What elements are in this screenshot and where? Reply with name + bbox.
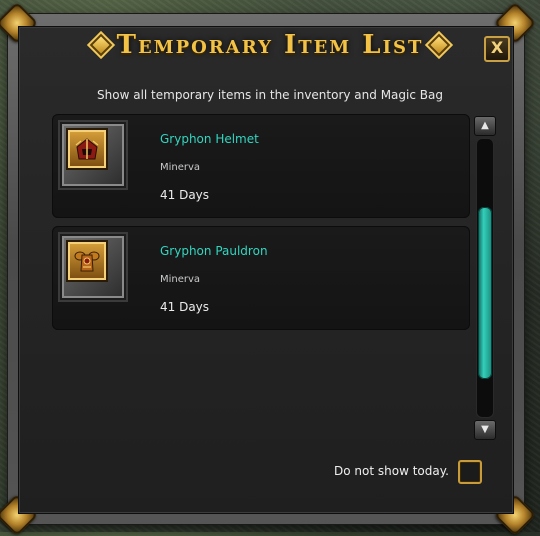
scroll-up-button[interactable]: ▲ bbox=[474, 116, 496, 136]
item-name: Gryphon Helmet bbox=[160, 132, 259, 146]
do-not-show-today-label: Do not show today. bbox=[334, 464, 449, 478]
scroll-track[interactable] bbox=[476, 138, 494, 418]
diamond-ornament-icon bbox=[430, 36, 448, 54]
scroll-down-button[interactable]: ▼ bbox=[474, 420, 496, 440]
window-subtitle: Show all temporary items in the inventor… bbox=[97, 88, 443, 102]
window-title: Temporary Item List bbox=[116, 30, 424, 60]
item-server: Minerva bbox=[160, 162, 201, 173]
scroll-thumb[interactable] bbox=[478, 207, 492, 379]
item-duration: 41 Days bbox=[160, 188, 210, 202]
item-list: Gryphon Helmet Minerva 41 Days Gryphon P… bbox=[52, 114, 470, 414]
title-bar: Temporary Item List bbox=[0, 30, 540, 60]
do-not-show-today-checkbox[interactable] bbox=[458, 460, 482, 484]
gryphon-helmet-icon bbox=[66, 128, 108, 170]
diamond-ornament-icon bbox=[92, 36, 110, 54]
close-button[interactable]: X bbox=[484, 36, 510, 62]
list-item[interactable]: Gryphon Helmet Minerva 41 Days bbox=[52, 114, 470, 218]
list-item[interactable]: Gryphon Pauldron Minerva 41 Days bbox=[52, 226, 470, 330]
item-server: Minerva bbox=[160, 274, 201, 285]
item-duration: 41 Days bbox=[160, 300, 210, 314]
item-name: Gryphon Pauldron bbox=[160, 244, 268, 258]
gryphon-pauldron-icon bbox=[66, 240, 108, 282]
scrollbar[interactable]: ▲ ▼ bbox=[474, 116, 496, 440]
